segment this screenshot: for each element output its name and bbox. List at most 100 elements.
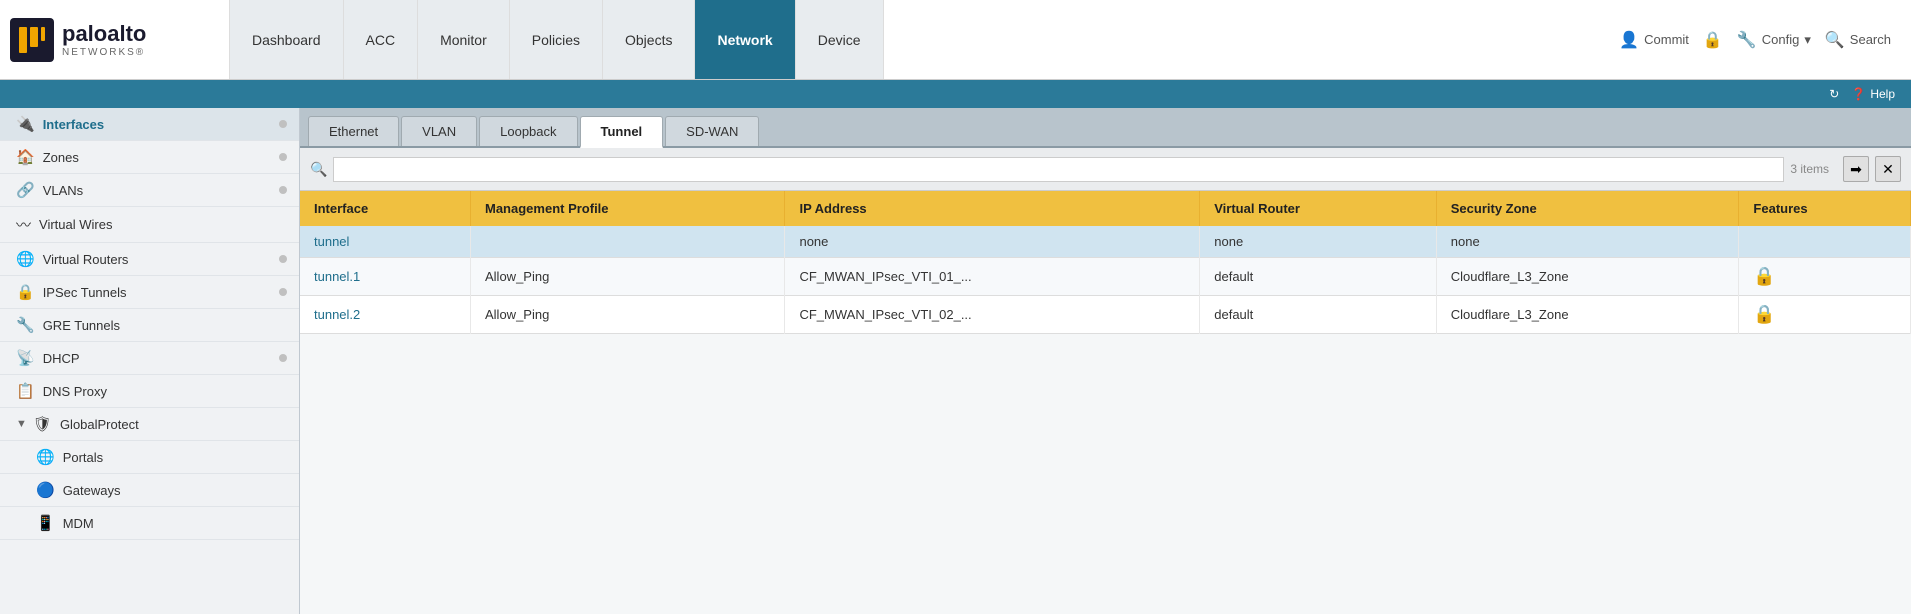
cell-virtual-router: default bbox=[1200, 258, 1437, 296]
ipsec-tunnels-icon: 🔒 bbox=[16, 283, 35, 301]
nav-tab-policies[interactable]: Policies bbox=[509, 0, 603, 79]
tab-vlan[interactable]: VLAN bbox=[401, 116, 477, 146]
search-bar: 🔍 3 items ➡ ✕ bbox=[300, 148, 1911, 191]
virtual-routers-icon: 🌐 bbox=[16, 250, 35, 268]
sidebar-item-label: DNS Proxy bbox=[43, 384, 107, 399]
sidebar-item-label: IPSec Tunnels bbox=[43, 285, 127, 300]
cell-features: 🔒 bbox=[1739, 258, 1911, 296]
dns-proxy-icon: 📋 bbox=[16, 382, 35, 400]
search-button[interactable]: 🔍 Search bbox=[1825, 30, 1891, 50]
vlans-icon: 🔗 bbox=[16, 181, 35, 199]
sidebar-item-dns-proxy[interactable]: 📋 DNS Proxy bbox=[0, 375, 299, 408]
config-button[interactable]: 🔧 Config ▾ bbox=[1737, 30, 1811, 50]
sidebar-item-portals[interactable]: 🌐 Portals bbox=[0, 441, 299, 474]
portals-icon: 🌐 bbox=[36, 448, 55, 466]
col-header-features: Features bbox=[1739, 191, 1911, 226]
help-label: Help bbox=[1870, 87, 1895, 101]
search-input-wrap bbox=[333, 157, 1784, 182]
tab-tunnel[interactable]: Tunnel bbox=[580, 116, 664, 148]
col-header-virtual-router: Virtual Router bbox=[1200, 191, 1437, 226]
table-row[interactable]: tunnel none none none bbox=[300, 226, 1911, 258]
sidebar-item-label: Virtual Routers bbox=[43, 252, 129, 267]
sidebar-item-label: Zones bbox=[43, 150, 79, 165]
top-bar: paloalto NETWORKS® Dashboard ACC Monitor… bbox=[0, 0, 1911, 80]
refresh-icon: ↻ bbox=[1829, 87, 1839, 101]
logo-icon bbox=[10, 18, 54, 62]
config-chevron-icon: ▾ bbox=[1804, 32, 1811, 48]
top-actions: 👤 Commit 🔒 🔧 Config ▾ 🔍 Search bbox=[1619, 30, 1901, 50]
search-input[interactable] bbox=[333, 157, 1784, 182]
sidebar-item-globalprotect[interactable]: ▼ 🛡 GlobalProtect bbox=[0, 408, 299, 441]
cell-security-zone: none bbox=[1436, 226, 1739, 258]
main-layout: 🔌 Interfaces 🏠 Zones 🔗 VLANs 〰 Virtual W… bbox=[0, 108, 1911, 614]
data-table: Interface Management Profile IP Address … bbox=[300, 191, 1911, 334]
lock-icon: 🔒 bbox=[1703, 30, 1723, 50]
globalprotect-icon: 🛡 bbox=[33, 415, 52, 433]
table-row[interactable]: tunnel.1 Allow_Ping CF_MWAN_IPsec_VTI_01… bbox=[300, 258, 1911, 296]
config-label: Config bbox=[1762, 32, 1800, 47]
nav-tab-network[interactable]: Network bbox=[694, 0, 795, 79]
commit-icon: 👤 bbox=[1619, 30, 1639, 50]
sidebar-item-ipsec-tunnels[interactable]: 🔒 IPSec Tunnels bbox=[0, 276, 299, 309]
logo-brand: paloalto bbox=[62, 21, 146, 47]
sidebar-item-zones[interactable]: 🏠 Zones bbox=[0, 141, 299, 174]
cell-features: 🔒 bbox=[1739, 296, 1911, 334]
nav-tab-acc[interactable]: ACC bbox=[343, 0, 419, 79]
tab-ethernet[interactable]: Ethernet bbox=[308, 116, 399, 146]
sidebar-dot bbox=[279, 186, 287, 194]
sidebar-item-label: Interfaces bbox=[43, 117, 104, 132]
content-area: Ethernet VLAN Loopback Tunnel SD-WAN 🔍 3… bbox=[300, 108, 1911, 614]
nav-tab-device[interactable]: Device bbox=[795, 0, 884, 79]
search-bar-icon: 🔍 bbox=[310, 161, 327, 178]
commit-button[interactable]: 👤 Commit bbox=[1619, 30, 1689, 50]
tab-sdwan[interactable]: SD-WAN bbox=[665, 116, 759, 146]
col-header-mgmt-profile: Management Profile bbox=[471, 191, 785, 226]
sidebar-dot bbox=[279, 153, 287, 161]
lock-icon-btn[interactable]: 🔒 bbox=[1703, 30, 1723, 50]
interface-tabs: Ethernet VLAN Loopback Tunnel SD-WAN bbox=[300, 108, 1911, 148]
help-button[interactable]: ❓ Help bbox=[1851, 87, 1895, 101]
sidebar-item-virtual-wires[interactable]: 〰 Virtual Wires bbox=[0, 207, 299, 243]
table-header-row: Interface Management Profile IP Address … bbox=[300, 191, 1911, 226]
nav-tab-monitor[interactable]: Monitor bbox=[417, 0, 510, 79]
feature-lock-icon: 🔒 bbox=[1753, 266, 1775, 286]
config-icon: 🔧 bbox=[1737, 30, 1757, 50]
refresh-button[interactable]: ↻ bbox=[1829, 87, 1839, 101]
sidebar-item-gateways[interactable]: 🔵 Gateways bbox=[0, 474, 299, 507]
gre-tunnels-icon: 🔧 bbox=[16, 316, 35, 334]
dhcp-icon: 📡 bbox=[16, 349, 35, 367]
sidebar-item-gre-tunnels[interactable]: 🔧 GRE Tunnels bbox=[0, 309, 299, 342]
cell-features bbox=[1739, 226, 1911, 258]
cell-security-zone: Cloudflare_L3_Zone bbox=[1436, 258, 1739, 296]
help-icon: ❓ bbox=[1851, 87, 1866, 101]
nav-tab-dashboard[interactable]: Dashboard bbox=[229, 0, 344, 79]
table-row[interactable]: tunnel.2 Allow_Ping CF_MWAN_IPsec_VTI_02… bbox=[300, 296, 1911, 334]
sidebar-item-label: VLANs bbox=[43, 183, 83, 198]
search-label: Search bbox=[1850, 32, 1891, 47]
search-go-button[interactable]: ➡ bbox=[1843, 156, 1869, 182]
cell-interface[interactable]: tunnel.2 bbox=[300, 296, 471, 334]
sidebar-item-label: MDM bbox=[63, 516, 94, 531]
sidebar-item-vlans[interactable]: 🔗 VLANs bbox=[0, 174, 299, 207]
sidebar: 🔌 Interfaces 🏠 Zones 🔗 VLANs 〰 Virtual W… bbox=[0, 108, 300, 614]
cell-security-zone: Cloudflare_L3_Zone bbox=[1436, 296, 1739, 334]
nav-tab-objects[interactable]: Objects bbox=[602, 0, 695, 79]
sidebar-item-interfaces[interactable]: 🔌 Interfaces bbox=[0, 108, 299, 141]
commit-label: Commit bbox=[1644, 32, 1689, 47]
sidebar-item-dhcp[interactable]: 📡 DHCP bbox=[0, 342, 299, 375]
sidebar-item-label: GlobalProtect bbox=[60, 417, 139, 432]
cell-mgmt-profile: Allow_Ping bbox=[471, 296, 785, 334]
mdm-icon: 📱 bbox=[36, 514, 55, 532]
search-clear-button[interactable]: ✕ bbox=[1875, 156, 1901, 182]
sidebar-item-mdm[interactable]: 📱 MDM bbox=[0, 507, 299, 540]
cell-interface[interactable]: tunnel.1 bbox=[300, 258, 471, 296]
search-count: 3 items bbox=[1790, 162, 1829, 176]
sidebar-item-virtual-routers[interactable]: 🌐 Virtual Routers bbox=[0, 243, 299, 276]
cell-mgmt-profile: Allow_Ping bbox=[471, 258, 785, 296]
zones-icon: 🏠 bbox=[16, 148, 35, 166]
sidebar-dot bbox=[279, 354, 287, 362]
tab-loopback[interactable]: Loopback bbox=[479, 116, 577, 146]
cell-interface[interactable]: tunnel bbox=[300, 226, 471, 258]
collapse-icon: ▼ bbox=[16, 418, 27, 430]
sidebar-item-label: GRE Tunnels bbox=[43, 318, 120, 333]
